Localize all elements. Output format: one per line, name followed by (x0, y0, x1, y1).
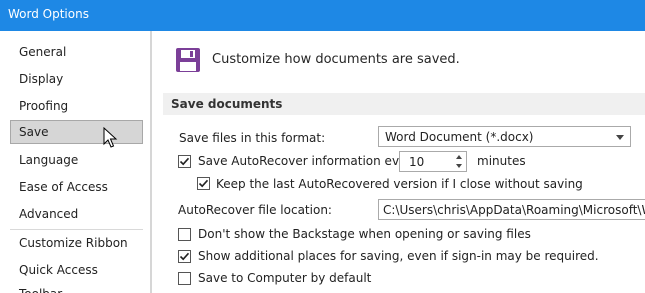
checkmark-icon (179, 252, 190, 261)
sidebar-item-language[interactable]: Language (10, 148, 143, 172)
autorecover-location-input[interactable]: C:\Users\chris\AppData\Roaming\Microsoft… (378, 199, 645, 220)
autorecover-location-label: AutoRecover file location: (178, 203, 332, 217)
sidebar-divider (10, 229, 143, 230)
backstage-label: Don't show the Backstage when opening or… (198, 227, 531, 241)
floppy-disk-icon (176, 48, 200, 72)
page-header-text: Customize how documents are saved. (212, 52, 460, 67)
sidebar-item-quick-access-toolbar[interactable]: Quick Access Toolbar (10, 258, 143, 293)
save-format-dropdown[interactable]: Word Document (*.docx) (378, 126, 631, 147)
autorecover-label: Save AutoRecover information every (198, 154, 419, 168)
sidebar-item-ease-of-access[interactable]: Ease of Access (10, 175, 143, 199)
autorecover-checkbox[interactable] (178, 155, 191, 168)
minutes-label: minutes (477, 154, 526, 168)
title-bar: Word Options (0, 0, 645, 31)
sidebar: General Display Proofing Save Language E… (0, 31, 151, 293)
computer-default-checkbox[interactable] (178, 272, 191, 285)
sidebar-item-proofing[interactable]: Proofing (10, 94, 143, 118)
sidebar-item-customize-ribbon[interactable]: Customize Ribbon (10, 231, 143, 255)
section-header: Save documents (163, 93, 645, 115)
spin-down-icon[interactable] (456, 164, 462, 168)
checkmark-icon (179, 157, 190, 166)
window-title: Word Options (8, 7, 89, 21)
computer-default-label: Save to Computer by default (198, 271, 372, 285)
sidebar-item-save[interactable]: Save (10, 120, 143, 144)
section-title: Save documents (171, 97, 283, 111)
backstage-checkbox[interactable] (178, 228, 191, 241)
additional-places-label: Show additional places for saving, even … (198, 249, 599, 263)
mouse-pointer-icon (103, 127, 118, 148)
autorecover-location-value: C:\Users\chris\AppData\Roaming\Microsoft… (383, 203, 645, 217)
additional-places-checkbox[interactable] (178, 250, 191, 263)
spin-up-icon[interactable] (456, 155, 462, 159)
keep-last-checkbox[interactable] (197, 177, 210, 190)
autorecover-minutes-value: 10 (409, 155, 425, 169)
save-format-value: Word Document (*.docx) (385, 130, 534, 144)
chevron-down-icon (616, 135, 624, 140)
autorecover-minutes-spinner[interactable]: 10 (399, 151, 467, 172)
save-format-label: Save files in this format: (179, 131, 326, 145)
keep-last-label: Keep the last AutoRecovered version if I… (216, 177, 583, 191)
sidebar-item-general[interactable]: General (10, 40, 143, 64)
sidebar-item-display[interactable]: Display (10, 67, 143, 91)
checkmark-icon (198, 179, 209, 188)
sidebar-item-advanced[interactable]: Advanced (10, 202, 143, 226)
